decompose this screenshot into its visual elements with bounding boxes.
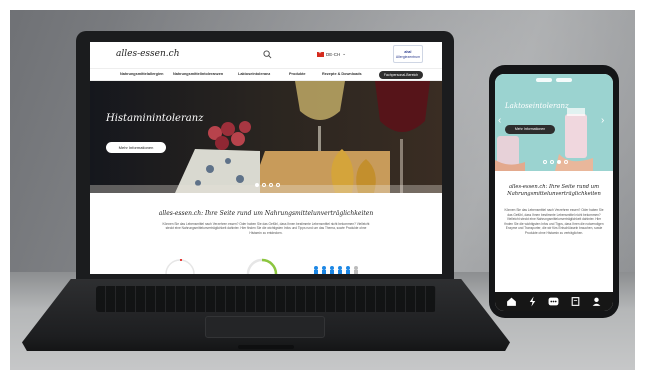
phone-intro-text: Können Sie das Lebensmittel nach Verzehr… bbox=[504, 208, 604, 235]
hero-more-info-button[interactable]: Mehr Informationen bbox=[106, 142, 166, 153]
carousel-dot[interactable] bbox=[564, 160, 568, 164]
phone-screen: Laktoseintoleranz Mehr Informationen ‹ ›… bbox=[495, 74, 613, 311]
phone-tab-bar bbox=[495, 292, 613, 311]
nav-item-intolerances[interactable]: Nahrungsmittelintoleranzen bbox=[173, 72, 223, 76]
phone-notch bbox=[533, 78, 575, 83]
nav-item-recipes[interactable]: Rezepte & Downloads bbox=[322, 72, 362, 76]
phone-hero-title: Laktoseintoleranz bbox=[505, 102, 569, 110]
intro-heading: alles-essen.ch: Ihre Seite rund um Nahru… bbox=[158, 210, 374, 217]
hero-title: Histaminintoleranz bbox=[106, 113, 204, 124]
site-logo[interactable]: alles-essen.ch bbox=[116, 49, 180, 59]
main-nav: Nahrungsmittelallergien Nahrungsmittelin… bbox=[90, 68, 442, 81]
chat-icon[interactable] bbox=[548, 296, 559, 307]
people-icons bbox=[314, 266, 358, 274]
nav-item-lactose[interactable]: Laktoseintoleranz bbox=[238, 72, 270, 76]
carousel-dot[interactable] bbox=[262, 183, 266, 187]
language-label: DE-CH bbox=[326, 51, 341, 57]
nav-item-allergies[interactable]: Nahrungsmittelallergien bbox=[120, 72, 163, 76]
chevron-left-icon[interactable]: ‹ bbox=[498, 116, 501, 126]
sponsor-line2: Allergiezentrum bbox=[395, 55, 421, 59]
profile-icon[interactable] bbox=[591, 296, 602, 307]
sponsor-logo[interactable]: aha! Allergiezentrum bbox=[393, 45, 423, 63]
phone-intro-heading: alles-essen.ch: Ihre Seite rund um Nahru… bbox=[507, 184, 601, 197]
phone-more-info-button[interactable]: Mehr Informationen bbox=[505, 125, 555, 134]
red-ring-icon bbox=[165, 258, 195, 274]
phone-hero-carousel: Laktoseintoleranz Mehr Informationen ‹ › bbox=[495, 74, 613, 171]
hero-carousel: Histaminintoleranz Mehr Informationen bbox=[90, 81, 442, 193]
language-selector[interactable]: DE-CH ⌄ bbox=[317, 50, 347, 57]
hero-image bbox=[90, 81, 442, 193]
phone-hero-image bbox=[495, 108, 593, 171]
nav-item-products[interactable]: Produkte bbox=[289, 72, 305, 76]
carousel-dot[interactable] bbox=[276, 183, 280, 187]
stats-section bbox=[165, 258, 358, 274]
professional-area-button[interactable]: Fachpersonal-Bereich bbox=[379, 71, 423, 79]
phone-carousel-dots bbox=[543, 160, 568, 164]
home-icon[interactable] bbox=[506, 296, 517, 307]
carousel-dot[interactable] bbox=[255, 183, 259, 187]
book-icon[interactable] bbox=[570, 296, 581, 307]
intro-text: Können Sie das Lebensmittel nach Verzehr… bbox=[162, 222, 370, 235]
laptop-keyboard bbox=[96, 286, 436, 312]
carousel-dot[interactable] bbox=[543, 160, 547, 164]
site-header: alles-essen.ch DE-CH ⌄ aha! Allergiezent… bbox=[90, 42, 442, 68]
bolt-icon[interactable] bbox=[527, 296, 538, 307]
chevron-down-icon: ⌄ bbox=[342, 51, 347, 56]
chevron-right-icon[interactable]: › bbox=[601, 116, 604, 126]
search-icon[interactable] bbox=[263, 50, 272, 59]
laptop-touchpad[interactable] bbox=[205, 316, 325, 338]
carousel-dot[interactable] bbox=[557, 160, 561, 164]
swiss-flag-icon bbox=[317, 50, 324, 57]
carousel-dot[interactable] bbox=[269, 183, 273, 187]
laptop-screen: alles-essen.ch DE-CH ⌄ aha! Allergiezent… bbox=[90, 42, 442, 274]
carousel-dot[interactable] bbox=[550, 160, 554, 164]
green-ring-icon bbox=[246, 258, 278, 274]
laptop-notch bbox=[238, 345, 294, 349]
carousel-dots bbox=[255, 183, 280, 187]
